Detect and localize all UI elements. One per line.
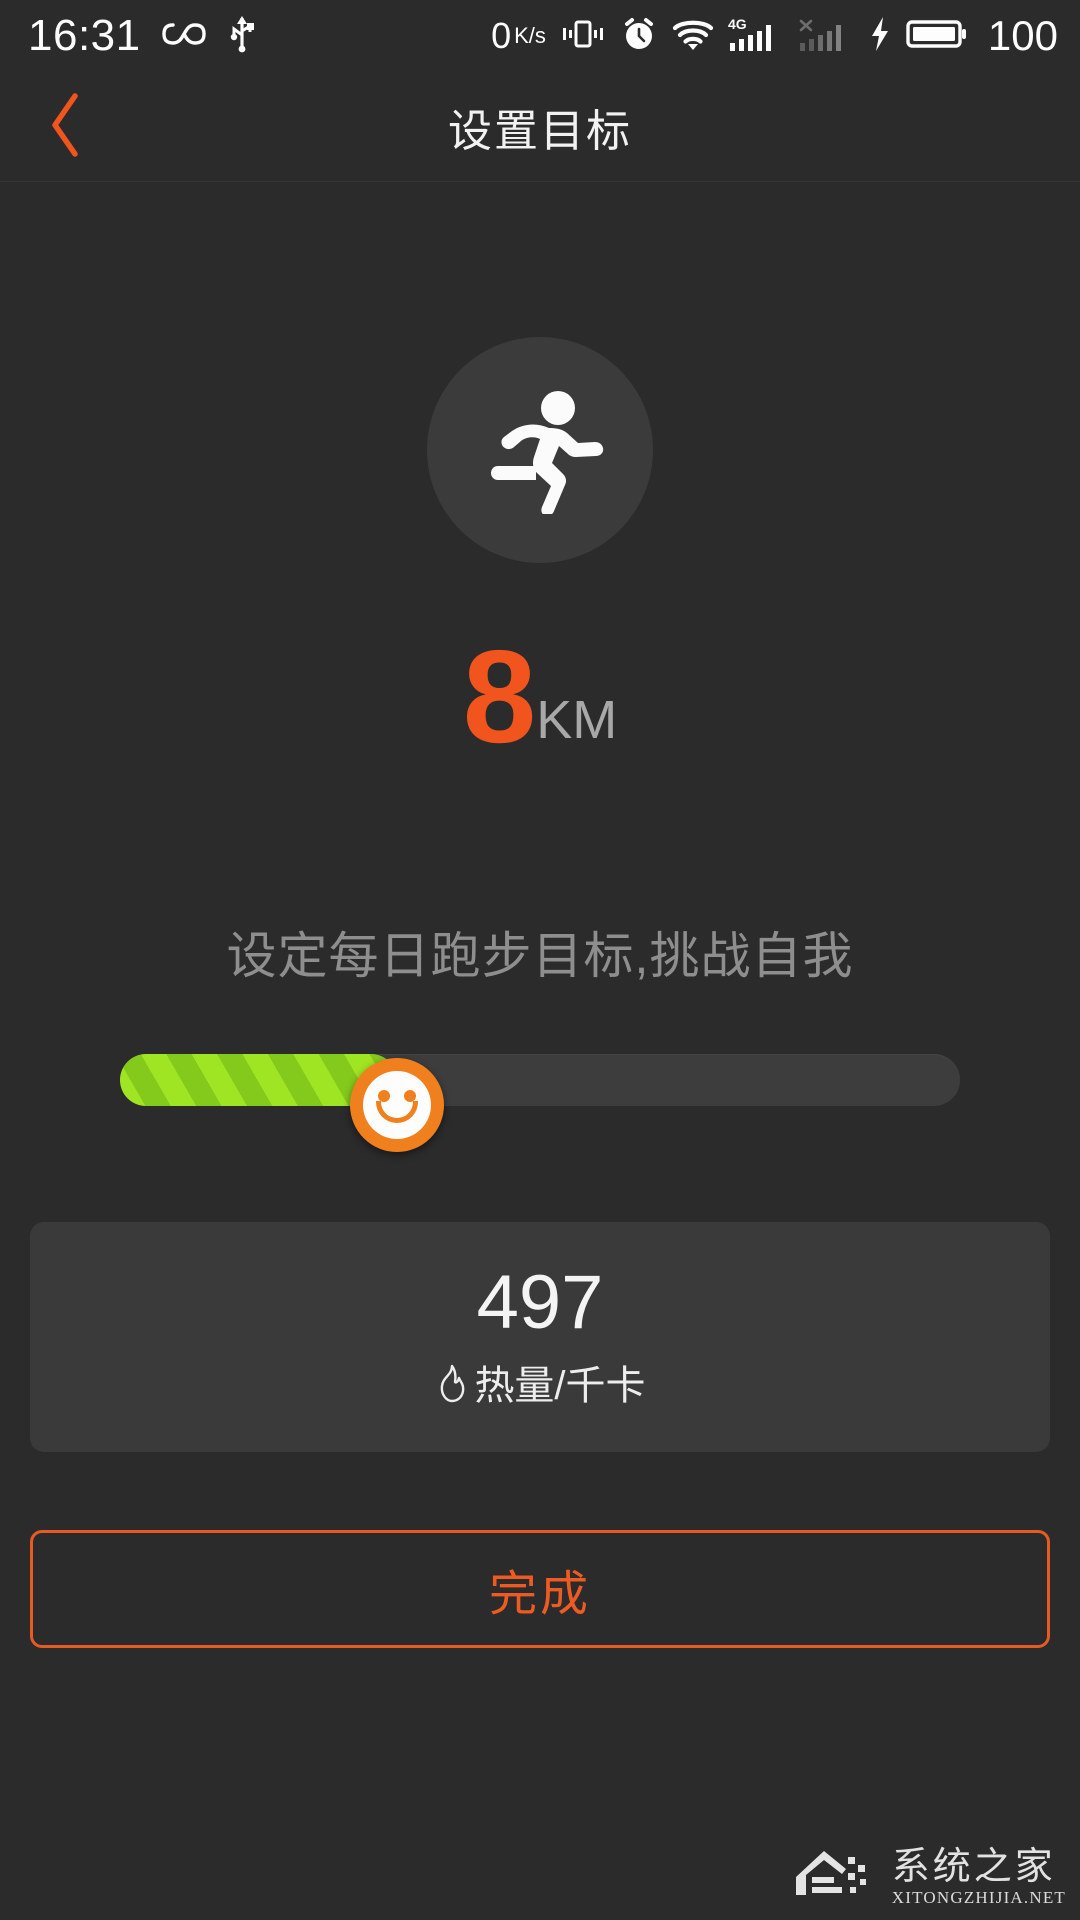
page-title: 设置目标	[448, 106, 632, 156]
watermark-en: XITONGZHIJIA.NET	[891, 1887, 1066, 1907]
battery-percent: 100	[987, 12, 1058, 59]
svg-text:4G: 4G	[728, 16, 747, 32]
smiley-face-icon	[363, 1071, 431, 1139]
house-logo-icon	[790, 1841, 882, 1908]
signal-4g-icon: 4G	[728, 15, 784, 58]
alarm-icon	[620, 15, 658, 58]
network-speed-unit: K/s	[514, 23, 546, 48]
chevron-left-icon	[44, 90, 86, 165]
calorie-value: 497	[476, 1259, 604, 1345]
signal-no-service-icon	[798, 15, 854, 58]
slider-thumb[interactable]	[350, 1058, 444, 1152]
goal-value-row: 8 KM	[0, 623, 1080, 770]
calorie-label-row: 热量/千卡	[434, 1363, 646, 1410]
goal-slider[interactable]	[0, 1030, 1080, 1152]
goal-unit: KM	[536, 690, 618, 751]
goal-value: 8	[462, 623, 536, 770]
usb-icon	[227, 15, 257, 58]
charging-bolt-icon	[868, 15, 892, 58]
done-button[interactable]: 完成	[30, 1530, 1050, 1648]
flame-icon	[434, 1363, 468, 1410]
watermark-cn: 系统之家	[891, 1845, 1056, 1888]
goal-subtitle: 设定每日跑步目标,挑战自我	[226, 928, 854, 984]
activity-badge	[427, 337, 653, 563]
battery-icon	[906, 17, 968, 56]
vibrate-icon	[560, 17, 606, 56]
status-bar: 16:31 0 K/s 4G 100	[0, 0, 1080, 72]
network-speed-value: 0	[491, 15, 512, 56]
smiley-mouth	[376, 1101, 418, 1123]
running-person-icon	[474, 382, 606, 519]
watermark: 系统之家 XITONGZHIJIA.NET	[790, 1841, 1066, 1908]
watermark-text: 系统之家 XITONGZHIJIA.NET	[891, 1845, 1066, 1908]
network-speed: 0 K/s	[491, 18, 546, 54]
slider-track[interactable]	[120, 1054, 960, 1152]
infinity-icon	[161, 19, 207, 54]
calorie-label: 热量/千卡	[474, 1364, 646, 1408]
calorie-card: 497 热量/千卡	[30, 1222, 1050, 1452]
done-button-label: 完成	[488, 1568, 591, 1621]
page-header: 设置目标	[0, 72, 1080, 182]
status-bar-left: 16:31	[0, 14, 257, 58]
status-bar-right: 0 K/s 4G 100	[491, 15, 1080, 58]
status-clock: 16:31	[28, 11, 141, 60]
wifi-icon	[672, 17, 714, 56]
app-screen: 16:31 0 K/s 4G 100 设置目标 8 KM 设定每日跑步目标,挑战…	[0, 0, 1080, 1920]
back-button[interactable]	[0, 72, 130, 182]
